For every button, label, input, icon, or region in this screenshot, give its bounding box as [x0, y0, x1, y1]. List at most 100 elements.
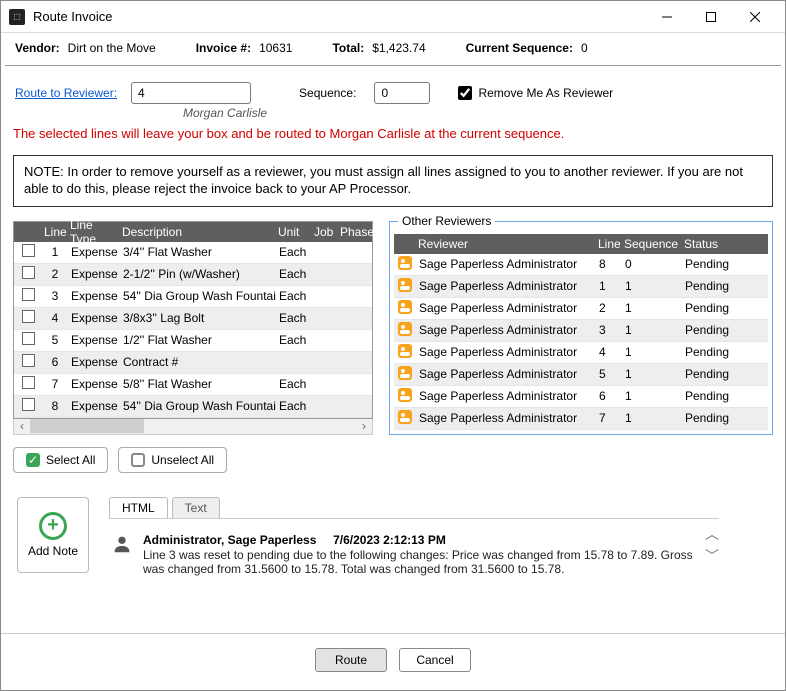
route-to-reviewer-link[interactable]: Route to Reviewer:: [15, 86, 117, 100]
person-badge-icon: [398, 344, 412, 358]
table-row[interactable]: 7Expense5/8'' Flat WasherEach: [14, 374, 372, 396]
scroll-down-icon[interactable]: ﹀: [705, 549, 719, 563]
table-row[interactable]: 5Expense1/2'' Flat WasherEach: [14, 330, 372, 352]
cell-description: Contract #: [120, 355, 276, 369]
table-row[interactable]: Sage Paperless Administrator31Pending: [394, 320, 768, 342]
col-reviewer-line[interactable]: Line: [596, 237, 622, 251]
cell-unit: Each: [276, 267, 312, 281]
cell-line: 2: [42, 267, 68, 281]
vendor-value: Dirt on the Move: [68, 41, 156, 55]
cell-reviewer-line: 4: [596, 345, 622, 359]
cell-unit: Each: [276, 333, 312, 347]
select-all-label: Select All: [46, 453, 95, 467]
col-line[interactable]: Line: [42, 225, 68, 239]
person-badge-icon: [398, 388, 412, 402]
table-row[interactable]: Sage Paperless Administrator41Pending: [394, 342, 768, 364]
cell-line-type: Expense: [68, 355, 120, 369]
select-all-button[interactable]: ✓ Select All: [13, 447, 108, 473]
sequence-input[interactable]: [374, 82, 430, 104]
add-note-button[interactable]: + Add Note: [17, 497, 89, 573]
table-row[interactable]: Sage Paperless Administrator71Pending: [394, 408, 768, 430]
row-checkbox[interactable]: [22, 244, 35, 257]
cancel-button[interactable]: Cancel: [399, 648, 471, 672]
notes-scrollbar[interactable]: ︿ ﹀: [705, 527, 719, 563]
other-reviewers-legend: Other Reviewers: [398, 214, 495, 228]
table-row[interactable]: Sage Paperless Administrator61Pending: [394, 386, 768, 408]
cell-reviewer-line: 7: [596, 411, 622, 425]
current-sequence-label: Current Sequence:: [466, 41, 573, 55]
person-badge-icon: [398, 278, 412, 292]
row-checkbox[interactable]: [22, 310, 35, 323]
col-reviewer-status[interactable]: Status: [682, 237, 752, 251]
table-row[interactable]: Sage Paperless Administrator51Pending: [394, 364, 768, 386]
cell-line-type: Expense: [68, 245, 120, 259]
close-button[interactable]: [733, 1, 777, 33]
window-title: Route Invoice: [33, 9, 113, 24]
cell-reviewer-sequence: 1: [622, 323, 682, 337]
table-row[interactable]: 4Expense3/8x3'' Lag BoltEach: [14, 308, 372, 330]
plus-circle-icon: +: [39, 512, 67, 540]
row-checkbox[interactable]: [22, 376, 35, 389]
col-line-type[interactable]: Line Type: [68, 218, 120, 246]
unselect-all-label: Unselect All: [151, 453, 214, 467]
route-to-reviewer-input[interactable]: [131, 82, 251, 104]
vendor-label: Vendor:: [15, 41, 60, 55]
route-button[interactable]: Route: [315, 648, 387, 672]
cell-reviewer: Sage Paperless Administrator: [416, 411, 596, 425]
table-row[interactable]: Sage Paperless Administrator21Pending: [394, 298, 768, 320]
maximize-button[interactable]: [689, 1, 733, 33]
app-icon: ⬚: [9, 9, 25, 25]
cell-unit: Each: [276, 377, 312, 391]
cell-unit: Each: [276, 289, 312, 303]
remove-me-checkbox-input[interactable]: [458, 86, 472, 100]
cell-reviewer-sequence: 1: [622, 389, 682, 403]
scroll-left-icon[interactable]: ‹: [16, 420, 28, 432]
table-row[interactable]: Sage Paperless Administrator11Pending: [394, 276, 768, 298]
cell-reviewer-status: Pending: [682, 411, 752, 425]
cell-description: 2-1/2'' Pin (w/Washer): [120, 267, 276, 281]
lines-panel: Line Line Type Description Unit Job Phas…: [13, 221, 373, 435]
row-checkbox[interactable]: [22, 354, 35, 367]
cell-line: 5: [42, 333, 68, 347]
table-row[interactable]: 6ExpenseContract #: [14, 352, 372, 374]
check-icon: ✓: [26, 453, 40, 467]
person-badge-icon: [398, 322, 412, 336]
cell-reviewer-line: 1: [596, 279, 622, 293]
total-label: Total:: [332, 41, 364, 55]
cell-line-type: Expense: [68, 333, 120, 347]
scroll-up-icon[interactable]: ︿: [705, 527, 719, 541]
col-phase[interactable]: Phase: [338, 225, 372, 239]
scroll-right-icon[interactable]: ›: [358, 420, 370, 432]
col-reviewer[interactable]: Reviewer: [416, 237, 596, 251]
cell-description: 1/2'' Flat Washer: [120, 333, 276, 347]
cell-line: 3: [42, 289, 68, 303]
lines-horizontal-scrollbar[interactable]: ‹ ›: [13, 419, 373, 435]
cell-reviewer-status: Pending: [682, 367, 752, 381]
table-row[interactable]: 1Expense3/4'' Flat WasherEach: [14, 242, 372, 264]
table-row[interactable]: 8Expense54'' Dia Group Wash FountainEach: [14, 396, 372, 418]
cell-line-type: Expense: [68, 267, 120, 281]
remove-me-checkbox[interactable]: Remove Me As Reviewer: [458, 86, 613, 100]
table-row[interactable]: 2Expense2-1/2'' Pin (w/Washer)Each: [14, 264, 372, 286]
cell-reviewer-sequence: 1: [622, 411, 682, 425]
col-unit[interactable]: Unit: [276, 225, 312, 239]
row-checkbox[interactable]: [22, 266, 35, 279]
minimize-button[interactable]: [645, 1, 689, 33]
table-row[interactable]: 3Expense54'' Dia Group Wash FountainEach: [14, 286, 372, 308]
tab-html[interactable]: HTML: [109, 497, 168, 518]
sequence-label: Sequence:: [299, 86, 356, 100]
col-reviewer-sequence[interactable]: Sequence: [622, 237, 682, 251]
col-description[interactable]: Description: [120, 225, 276, 239]
tab-text[interactable]: Text: [172, 497, 220, 518]
current-sequence-value: 0: [581, 41, 588, 55]
col-job[interactable]: Job: [312, 225, 338, 239]
unselect-all-button[interactable]: Unselect All: [118, 447, 227, 473]
cell-description: 3/8x3'' Lag Bolt: [120, 311, 276, 325]
row-checkbox[interactable]: [22, 332, 35, 345]
table-row[interactable]: Sage Paperless Administrator80Pending: [394, 254, 768, 276]
cell-reviewer: Sage Paperless Administrator: [416, 279, 596, 293]
row-checkbox[interactable]: [22, 398, 35, 411]
scroll-thumb[interactable]: [30, 419, 144, 433]
person-badge-icon: [398, 366, 412, 380]
row-checkbox[interactable]: [22, 288, 35, 301]
